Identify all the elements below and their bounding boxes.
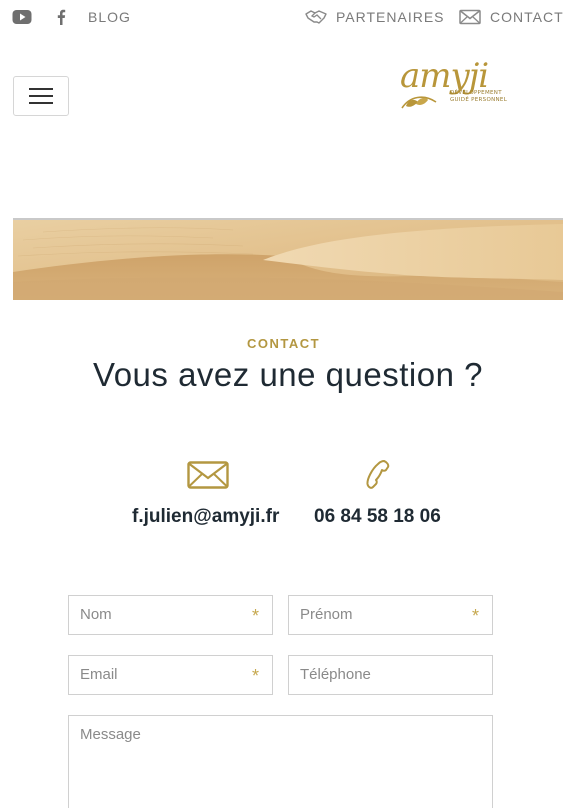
hamburger-icon-bar [29,102,53,104]
message-placeholder: Message [80,726,141,743]
handshake-icon [305,10,327,24]
logo-tagline-2: Guidé Personnel [450,97,508,103]
youtube-icon [12,10,32,24]
hamburger-icon [29,88,53,90]
nom-placeholder: Nom [80,606,112,623]
contact-link[interactable]: CONTACT [459,6,564,28]
envelope-icon [459,9,481,25]
facebook-link[interactable] [56,6,66,28]
hamburger-icon-bar [29,95,53,97]
desert-dune-banner [13,218,563,302]
telephone-field[interactable]: Téléphone [288,655,493,695]
youtube-link[interactable] [12,6,32,28]
blog-label: BLOG [88,9,131,25]
required-asterisk-icon: * [251,666,259,686]
page-title: Vous avez une question ? [93,356,483,393]
partners-label: PARTENAIRES [336,9,445,25]
logo-tagline-1: Développement [450,90,502,96]
phone-icon [366,460,390,489]
section-eyebrow: CONTACT [246,336,321,351]
contact-phone-link[interactable]: 06 84 58 18 06 [314,506,441,528]
blog-link[interactable]: BLOG [88,6,131,28]
email-placeholder: Email [80,666,118,683]
email-field[interactable]: Email * [68,655,273,695]
prenom-field[interactable]: Prénom * [288,595,493,635]
telephone-placeholder: Téléphone [300,666,371,683]
contact-label: CONTACT [490,9,564,25]
partners-link[interactable]: PARTENAIRES [305,6,445,28]
envelope-icon [187,461,229,489]
required-asterisk-icon: * [251,606,259,626]
menu-toggle-button[interactable] [13,76,69,116]
nom-field[interactable]: Nom * [68,595,273,635]
facebook-icon [57,9,66,25]
message-textarea[interactable]: Message [68,715,493,808]
contact-email-link[interactable]: f.julien@amyji.fr [132,506,279,528]
required-asterisk-icon: * [471,606,479,626]
top-bar: BLOG PARTENAIRES CONTACT [0,0,567,34]
prenom-placeholder: Prénom [300,606,353,623]
site-logo[interactable]: amyji Développement Guidé Personnel [396,56,526,118]
